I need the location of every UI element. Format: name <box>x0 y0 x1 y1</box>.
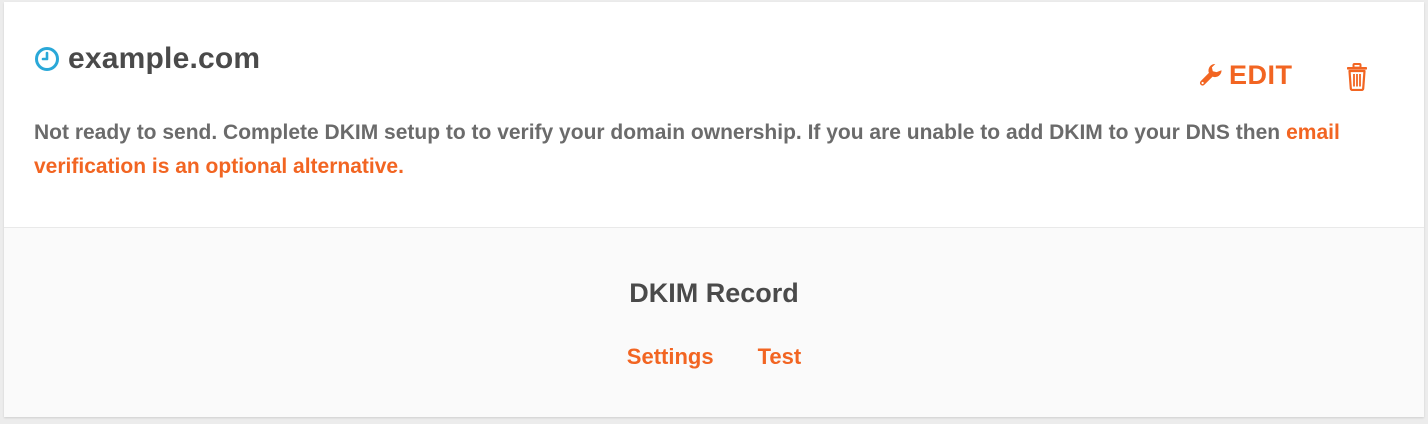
domain-name: example.com <box>68 42 261 75</box>
dkim-record-title: DKIM Record <box>629 278 799 308</box>
dkim-record-links: Settings Test <box>4 344 1424 370</box>
domain-title-row: example.com <box>34 42 260 76</box>
test-link[interactable]: Test <box>758 344 802 370</box>
domain-card: example.com EDIT Not ready to send. Comp… <box>4 2 1424 417</box>
delete-button[interactable] <box>1344 63 1370 92</box>
domain-header-section: example.com EDIT Not ready to send. Comp… <box>4 2 1424 228</box>
clock-icon <box>34 46 60 72</box>
edit-button[interactable]: EDIT <box>1197 60 1293 91</box>
wrench-icon <box>1197 62 1225 90</box>
settings-link[interactable]: Settings <box>627 344 714 370</box>
status-message-text: Not ready to send. Complete DKIM setup t… <box>34 121 1281 144</box>
dkim-record-section: DKIM Record Settings Test <box>4 228 1424 417</box>
status-message: Not ready to send. Complete DKIM setup t… <box>34 116 1404 184</box>
edit-label: EDIT <box>1229 60 1293 90</box>
trash-icon <box>1344 63 1370 95</box>
